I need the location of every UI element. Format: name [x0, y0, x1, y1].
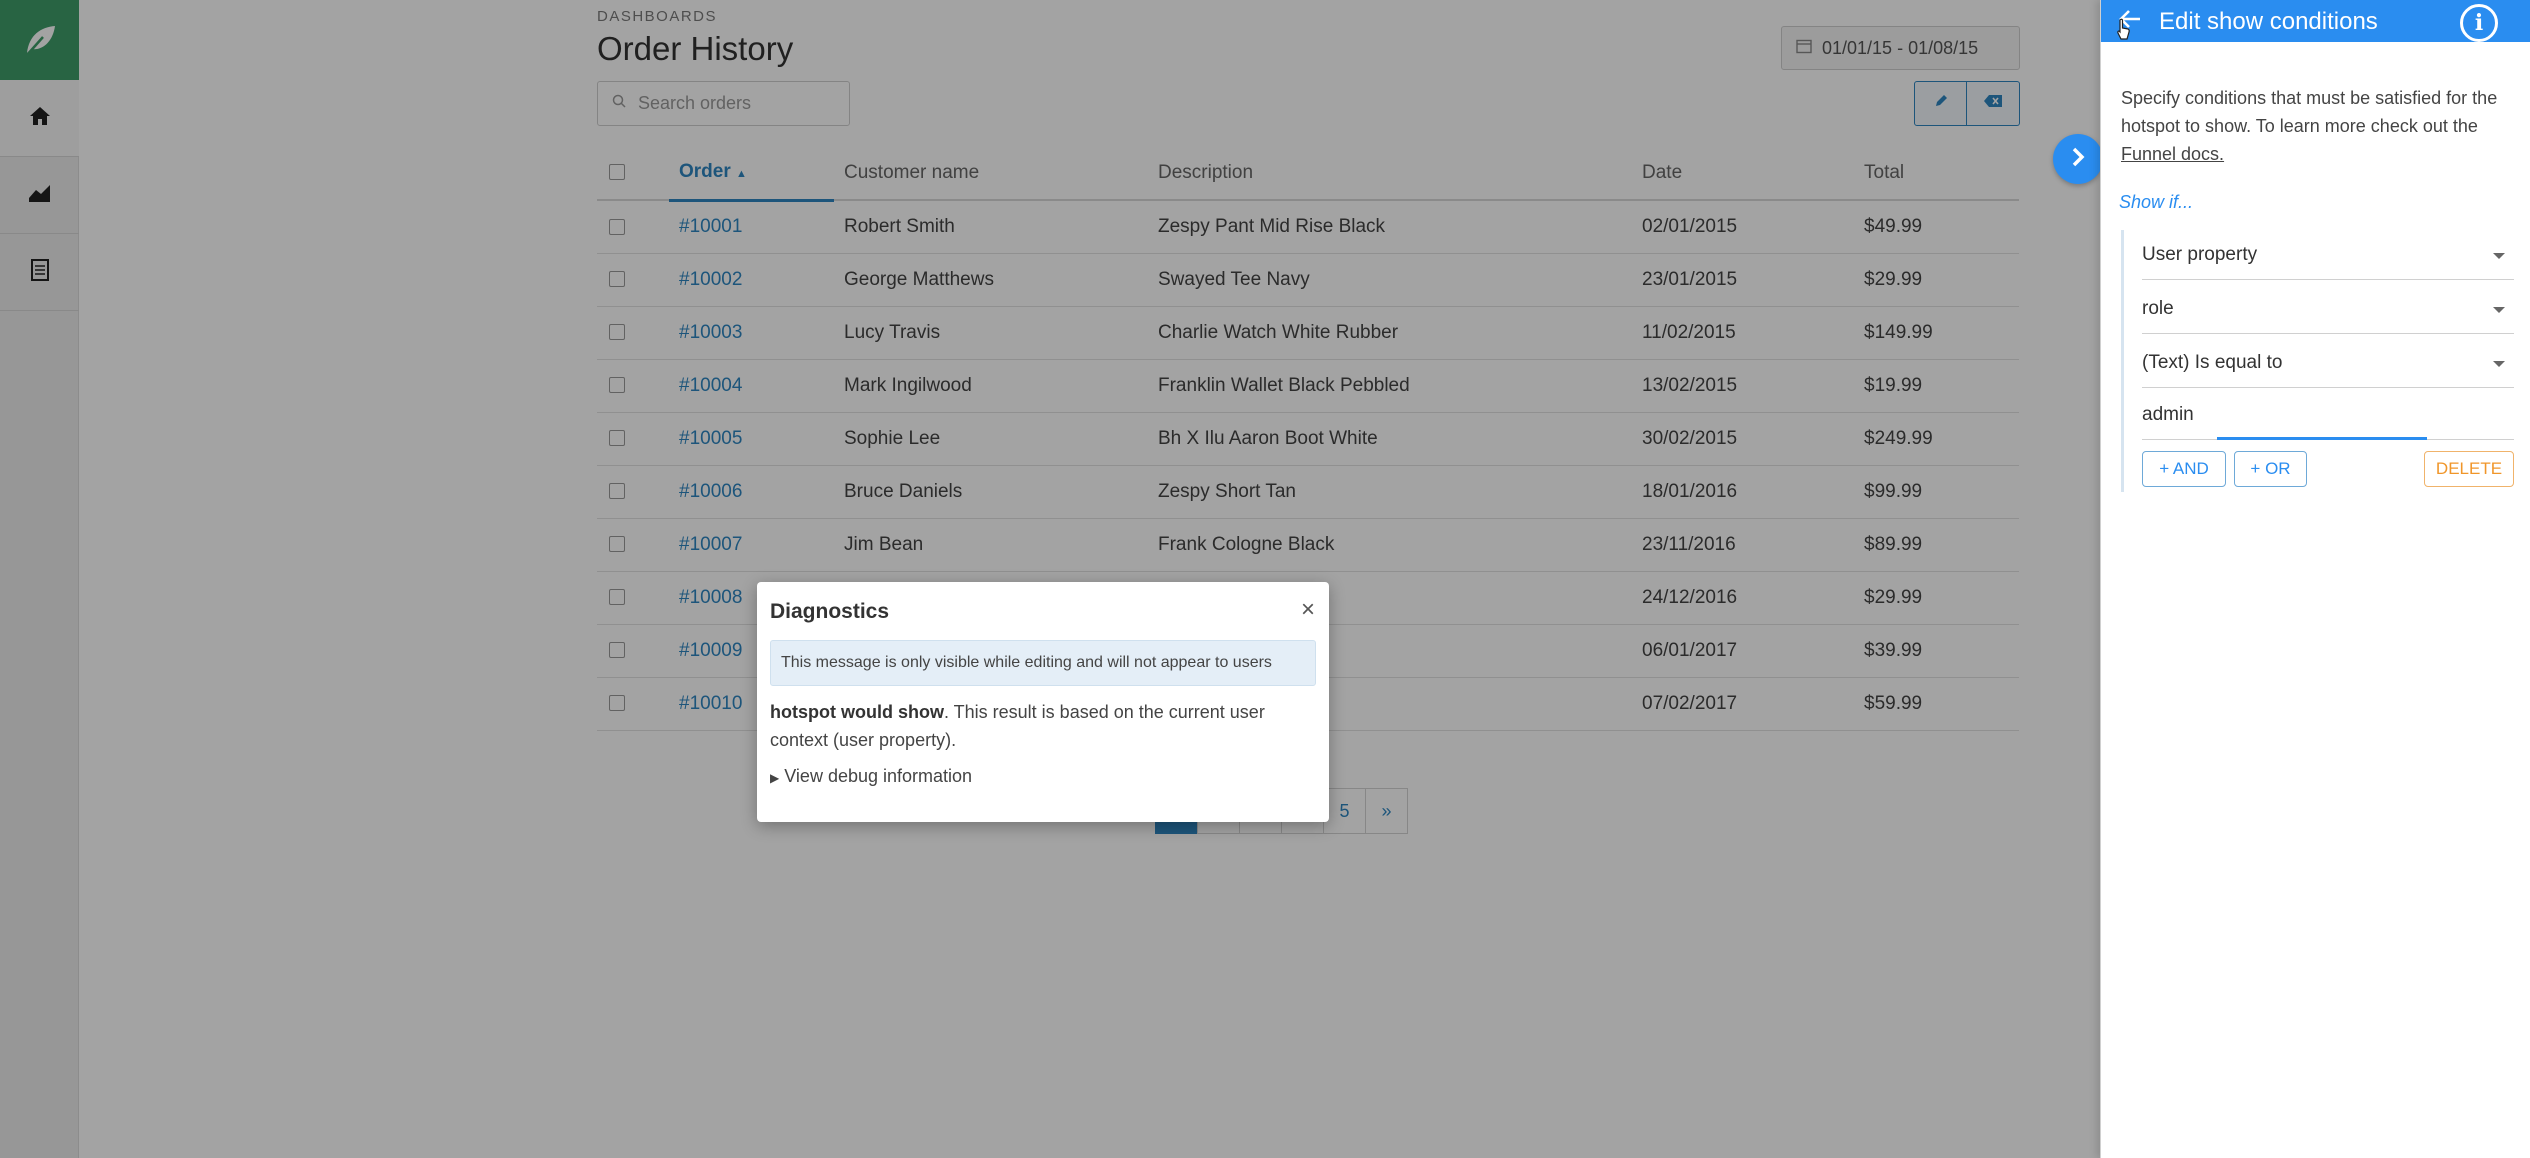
debug-info-label: View debug information: [784, 766, 973, 786]
show-if-label: Show if...: [2119, 192, 2194, 212]
condition-source-select[interactable]: User property: [2142, 230, 2514, 280]
diagnostics-title: Diagnostics: [770, 600, 890, 623]
condition-operator-value: (Text) Is equal to: [2142, 351, 2283, 373]
mouse-pointer-icon: [2116, 18, 2132, 47]
condition-source-value: User property: [2142, 243, 2258, 265]
edit-conditions-panel: Edit show conditions i Specify condition…: [2100, 0, 2530, 1158]
chevron-right-icon: [2068, 146, 2088, 173]
condition-value-text: admin: [2142, 403, 2194, 425]
diagnostics-result: hotspot would show. This result is based…: [770, 698, 1316, 754]
collapse-panel-button[interactable]: [2053, 134, 2103, 184]
delete-condition-button[interactable]: DELETE: [2424, 451, 2514, 487]
panel-header: Edit show conditions i: [2101, 0, 2530, 42]
diagnostics-modal: Diagnostics × This message is only visib…: [757, 582, 1329, 822]
caret-down-icon: [2492, 352, 2506, 374]
input-focus-underline: [2217, 437, 2427, 440]
caret-down-icon: [2492, 298, 2506, 320]
condition-operator-select[interactable]: (Text) Is equal to: [2142, 338, 2514, 388]
debug-info-toggle[interactable]: ▶ View debug information: [770, 766, 972, 787]
condition-property-select[interactable]: role: [2142, 284, 2514, 334]
editor-overlay: [0, 0, 2100, 1158]
condition-property-value: role: [2142, 297, 2174, 319]
caret-down-icon: [2492, 244, 2506, 266]
close-icon[interactable]: ×: [1301, 596, 1315, 624]
add-and-button[interactable]: + AND: [2142, 451, 2226, 487]
triangle-right-icon: ▶: [770, 771, 780, 785]
add-or-button[interactable]: + OR: [2234, 451, 2307, 487]
description-text: Specify conditions that must be satisfie…: [2121, 88, 2498, 136]
panel-title: Edit show conditions: [2159, 8, 2378, 35]
info-icon[interactable]: i: [2460, 4, 2498, 42]
condition-group: User property role (Text) Is equal to ad…: [2121, 230, 2514, 492]
panel-description: Specify conditions that must be satisfie…: [2121, 84, 2516, 168]
funnel-docs-link[interactable]: Funnel docs.: [2121, 144, 2224, 164]
editing-only-notice: This message is only visible while editi…: [770, 640, 1316, 686]
condition-value-field[interactable]: admin: [2142, 390, 2514, 440]
result-status: hotspot would show: [770, 702, 944, 722]
